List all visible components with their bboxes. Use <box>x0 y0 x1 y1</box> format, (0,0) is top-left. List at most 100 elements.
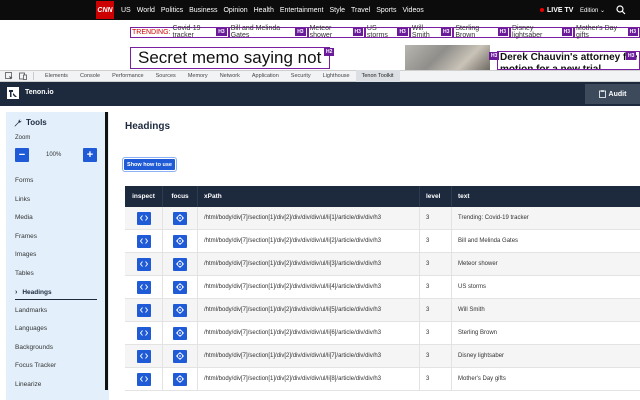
sidebar-item-links[interactable]: Links <box>15 196 30 203</box>
xpath-cell: /html/body/div[7]/section[1]/div[2]/div/… <box>198 298 420 322</box>
device-toolbar-icon[interactable] <box>18 71 28 81</box>
focus-button[interactable] <box>173 303 187 317</box>
focus-button[interactable] <box>173 280 187 294</box>
h3-tag: H3 <box>440 28 452 36</box>
trending-item[interactable]: Disney lightsaber H3 <box>510 25 575 39</box>
inspect-element-icon[interactable] <box>4 71 14 81</box>
edition-menu[interactable]: Edition ⌄ <box>580 0 605 20</box>
cnn-nav-politics[interactable]: Politics <box>161 7 183 14</box>
page-title: Headings <box>125 121 171 132</box>
table-row: /html/body/div[7]/section[1]/div[2]/div/… <box>125 367 640 391</box>
trending-item[interactable]: Sterling Brown H3 <box>453 25 510 39</box>
focus-button[interactable] <box>173 372 187 386</box>
trending-row: TRENDING: Covid-19 tracker H3 Bill and M… <box>130 25 640 39</box>
cnn-nav-videos[interactable]: Videos <box>402 7 423 14</box>
inspect-button[interactable] <box>136 372 151 386</box>
side-headline[interactable]: Derek Chauvin's attorney file motion for… <box>497 51 640 70</box>
inspect-button[interactable] <box>136 211 151 225</box>
tab-performance[interactable]: Performance <box>106 70 150 82</box>
audit-button[interactable]: Audit <box>585 84 640 104</box>
tab-tenon-toolkit[interactable]: Tenon Toolkit <box>355 70 400 82</box>
cnn-nav-entertainment[interactable]: Entertainment <box>280 7 324 14</box>
cnn-nav-travel[interactable]: Travel <box>351 7 370 14</box>
inspect-button[interactable] <box>136 303 151 317</box>
inspect-button[interactable] <box>136 349 151 363</box>
crosshair-icon <box>176 352 184 360</box>
zoom-out-button[interactable]: − <box>15 148 29 162</box>
sidebar-item-forms[interactable]: Forms <box>15 177 33 184</box>
trending-label: TRENDING: <box>132 28 171 36</box>
crosshair-icon <box>176 283 184 291</box>
sidebar-item-frames[interactable]: Frames <box>15 233 37 240</box>
h3-tag: H3 <box>295 28 306 36</box>
xpath-cell: /html/body/div[7]/section[1]/div[2]/div/… <box>198 229 420 253</box>
trending-item[interactable]: Bill and Melinda Gates H3 <box>228 25 308 39</box>
cnn-nav-world[interactable]: World <box>137 7 155 14</box>
sidebar-item-linearize[interactable]: Linearize <box>15 381 41 388</box>
main-headline[interactable]: Secret memo saying not <box>130 47 330 69</box>
cnn-logo[interactable]: CNN <box>96 1 114 19</box>
trending-item[interactable]: Meteor shower H3 <box>307 25 365 39</box>
tab-sources[interactable]: Sources <box>150 70 182 82</box>
inspect-button[interactable] <box>136 234 151 248</box>
live-tv-label: LIVE TV <box>547 6 574 14</box>
cnn-nav-us[interactable]: US <box>121 7 131 14</box>
sidebar-item-tables[interactable]: Tables <box>15 270 34 277</box>
trending-text: US storms <box>366 25 388 39</box>
tools-heading: Tools <box>14 118 47 127</box>
h3-tag: H3 <box>397 28 408 36</box>
focus-button[interactable] <box>173 257 187 271</box>
focus-button[interactable] <box>173 234 187 248</box>
tab-lighthouse[interactable]: Lighthouse <box>317 70 356 82</box>
sidebar-item-images[interactable]: Images <box>15 251 36 258</box>
focus-button[interactable] <box>173 211 187 225</box>
inspect-button[interactable] <box>136 257 151 271</box>
trending-item[interactable]: US storms H3 <box>364 25 410 39</box>
text-cell: Trending: Covid-19 tracker <box>458 215 529 221</box>
tab-application[interactable]: Application <box>246 70 285 82</box>
crosshair-icon <box>176 214 184 222</box>
news-photo[interactable] <box>405 45 490 70</box>
trending-item[interactable]: TRENDING: Covid-19 tracker H3 <box>130 25 229 39</box>
search-icon[interactable] <box>616 5 626 15</box>
cnn-nav-sports[interactable]: Sports <box>376 7 396 14</box>
cnn-nav-links: US World Politics Business Opinion Healt… <box>121 0 424 20</box>
sidebar-item-media[interactable]: Media <box>15 214 33 221</box>
divider <box>33 72 34 80</box>
cnn-nav-opinion[interactable]: Opinion <box>223 7 247 14</box>
inspect-button[interactable] <box>136 326 151 340</box>
show-how-to-use-button[interactable]: Show how to use <box>122 157 177 172</box>
tab-memory[interactable]: Memory <box>182 70 214 82</box>
cnn-nav-business[interactable]: Business <box>189 7 217 14</box>
crosshair-icon <box>176 260 184 268</box>
sidebar-item-backgrounds[interactable]: Backgrounds <box>15 344 53 351</box>
sidebar-item-languages[interactable]: Languages <box>15 325 47 332</box>
xpath-cell: /html/body/div[7]/section[1]/div[2]/div/… <box>198 275 420 299</box>
inspect-button[interactable] <box>136 280 151 294</box>
zoom-in-button[interactable]: + <box>83 148 97 162</box>
tab-console[interactable]: Console <box>74 70 106 82</box>
h3-tag: H3 <box>216 28 227 36</box>
xpath-cell: /html/body/div[7]/section[1]/div[2]/div/… <box>198 252 420 276</box>
cnn-nav-health[interactable]: Health <box>254 7 274 14</box>
focus-button[interactable] <box>173 326 187 340</box>
sidebar-scrollbar[interactable] <box>105 112 108 390</box>
focus-button[interactable] <box>173 349 187 363</box>
tab-network[interactable]: Network <box>214 70 246 82</box>
sidebar-item-headings[interactable]: › Headings <box>15 286 97 300</box>
trending-item[interactable]: Will Smith H3 <box>409 25 454 39</box>
sidebar-item-label: Headings <box>22 289 52 296</box>
text-cell: US storms <box>458 284 487 290</box>
trending-item[interactable]: Mother's Day gifts H3 <box>574 25 640 39</box>
live-tv-link[interactable]: LIVE TV <box>540 0 573 20</box>
tab-security[interactable]: Security <box>285 70 317 82</box>
sidebar-item-landmarks[interactable]: Landmarks <box>15 307 47 314</box>
column-header-text: text <box>458 193 470 200</box>
cnn-nav-style[interactable]: Style <box>329 7 345 14</box>
level-cell: 3 <box>420 229 452 253</box>
sidebar-item-focus-tracker[interactable]: Focus Tracker <box>15 362 56 369</box>
crosshair-icon <box>176 329 184 337</box>
tab-elements[interactable]: Elements <box>39 70 74 82</box>
devtools-tab-bar: Elements Console Performance Sources Mem… <box>0 70 640 82</box>
text-cell: Bill and Melinda Gates <box>458 238 519 244</box>
